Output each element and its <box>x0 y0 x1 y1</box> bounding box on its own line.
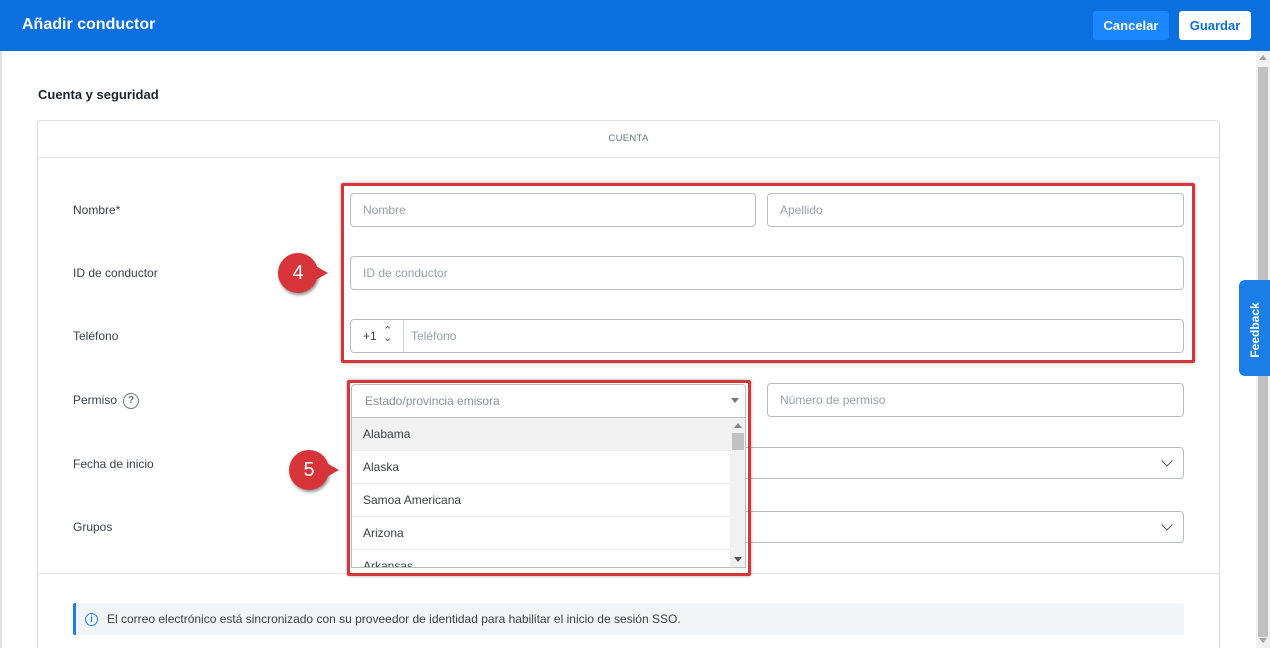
country-code-selector[interactable]: +1 ⌃ ⌄ <box>351 320 404 352</box>
phone-input[interactable] <box>411 320 1181 352</box>
license-label: Permiso <box>73 393 118 407</box>
name-label: Nombre* <box>73 203 121 217</box>
chevron-down-icon <box>1161 519 1173 531</box>
callout-number: 5 <box>303 459 315 481</box>
dropdown-option[interactable]: Samoa Americana <box>352 484 730 517</box>
feedback-tab[interactable]: Feedback <box>1239 280 1270 376</box>
license-number-input[interactable] <box>767 383 1184 417</box>
scroll-up-icon[interactable] <box>734 423 742 428</box>
scroll-down-icon[interactable] <box>1259 638 1267 643</box>
sso-info-text: El correo electrónico está sincronizado … <box>107 612 681 626</box>
scroll-up-icon[interactable] <box>1259 55 1267 60</box>
driver-id-input[interactable] <box>350 256 1184 290</box>
dropdown-scrollbar[interactable] <box>730 418 745 567</box>
start-date-label: Fecha de inicio <box>73 457 154 471</box>
last-name-input[interactable] <box>767 193 1184 227</box>
caret-down-icon <box>731 398 739 403</box>
save-button[interactable]: Guardar <box>1179 11 1251 40</box>
phone-field: +1 ⌃ ⌄ <box>350 319 1184 353</box>
start-date-select[interactable] <box>746 447 1184 479</box>
dropdown-option[interactable]: Alabama <box>352 418 730 451</box>
phone-label: Teléfono <box>73 329 119 343</box>
info-icon: i <box>85 613 98 626</box>
callout-marker: 5 <box>289 450 339 490</box>
help-icon[interactable]: ? <box>123 393 139 409</box>
state-select-placeholder: Estado/provincia emisora <box>365 394 500 408</box>
state-dropdown-list: Alabama Alaska Samoa Americana Arizona A… <box>351 417 746 568</box>
driver-id-label: ID de conductor <box>73 266 158 280</box>
groups-label: Grupos <box>73 520 113 534</box>
first-name-input[interactable] <box>350 193 756 227</box>
card-header-label: CUENTA <box>608 133 649 144</box>
dropdown-option[interactable]: Alaska <box>352 451 730 484</box>
chevron-down-icon <box>1161 455 1173 467</box>
top-bar: Añadir conductor Cancelar Guardar <box>0 0 1270 51</box>
scroll-down-icon[interactable] <box>734 557 742 562</box>
callout-marker: 4 <box>278 253 328 293</box>
divider <box>38 573 1219 574</box>
card-header: CUENTA <box>38 121 1219 158</box>
country-code: +1 <box>363 329 377 343</box>
dropdown-scroll-thumb[interactable] <box>732 433 744 450</box>
sso-info-banner: i El correo electrónico está sincronizad… <box>73 603 1184 635</box>
updown-icon: ⌃ ⌄ <box>383 325 393 344</box>
feedback-label: Feedback <box>1248 302 1262 358</box>
dropdown-option[interactable]: Arkansas <box>352 550 730 567</box>
callout-number: 4 <box>292 262 304 284</box>
dropdown-option[interactable]: Arizona <box>352 517 730 550</box>
cancel-button[interactable]: Cancelar <box>1093 11 1169 40</box>
section-title: Cuenta y seguridad <box>38 87 159 102</box>
groups-select[interactable] <box>746 511 1184 543</box>
state-select[interactable]: Estado/provincia emisora <box>351 384 746 418</box>
page-title: Añadir conductor <box>22 16 156 33</box>
